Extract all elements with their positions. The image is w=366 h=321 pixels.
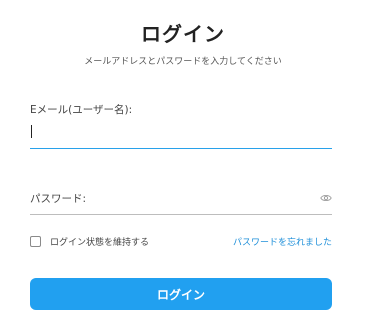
email-field-group: Eメール(ユーザー名): bbox=[30, 102, 332, 150]
forgot-password-link[interactable]: パスワードを忘れました bbox=[233, 235, 332, 248]
email-field[interactable] bbox=[30, 124, 332, 140]
remember-me-label: ログイン状態を維持する bbox=[50, 237, 150, 248]
password-field-group: パスワード: bbox=[30, 191, 332, 215]
page-title: ログイン bbox=[141, 22, 225, 46]
checkbox-box[interactable] bbox=[30, 235, 41, 247]
login-button[interactable]: ログイン bbox=[30, 278, 332, 310]
password-field-underline bbox=[30, 214, 332, 215]
eye-icon[interactable] bbox=[320, 193, 332, 203]
email-field-label: Eメール(ユーザー名): bbox=[30, 104, 133, 116]
email-field-underline bbox=[30, 148, 332, 149]
page-subtitle: メールアドレスとパスワードを入力してください bbox=[84, 57, 282, 67]
text-caret bbox=[31, 125, 32, 138]
remember-me-checkbox[interactable]: ログイン状態を維持する bbox=[30, 234, 149, 248]
password-field[interactable] bbox=[30, 191, 310, 207]
